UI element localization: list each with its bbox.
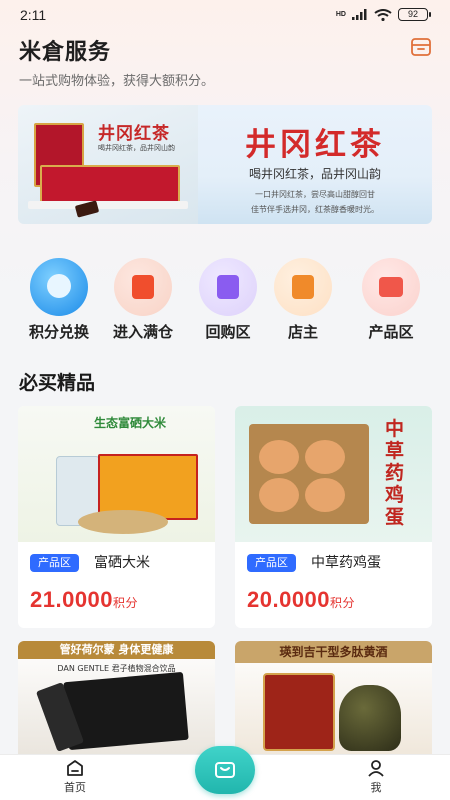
- banner-text-panel: 井冈红茶 喝井冈红茶，品井冈山韵 一口井冈红茶，尝尽高山甜醇回甘 佳节伴手选井冈…: [198, 105, 432, 224]
- product-card-wine[interactable]: 瑛到吉干型多肽黄酒: [235, 641, 432, 761]
- category-label: 产品区: [368, 323, 414, 341]
- home-icon: [67, 760, 83, 776]
- product-image-subcaption: DAN GENTLE 君子植物混合饮品: [57, 664, 176, 673]
- price-value: 21.0000: [30, 587, 114, 612]
- category-label: 回购区: [205, 323, 251, 341]
- category-label: 店主: [287, 323, 318, 341]
- status-icons: HD 92: [335, 8, 431, 21]
- category-row: 积分兑换 进入满仓 回购区 店主 产品区: [0, 258, 450, 348]
- store-icon[interactable]: [410, 37, 432, 57]
- section-title: 必买精品: [19, 372, 96, 394]
- banner-left-slogan: 喝井冈红茶，品井冈山韵: [98, 144, 175, 152]
- product-icon: [362, 258, 420, 316]
- product-price: 21.0000积分: [30, 587, 138, 613]
- network-type: HD: [335, 11, 346, 18]
- banner-slogan: 喝井冈红茶，品井冈山韵: [248, 167, 381, 181]
- product-image-eggs: 中草药鸡蛋: [235, 406, 432, 542]
- banner-heading: 井冈红茶: [245, 127, 385, 163]
- product-image-wine: 瑛到吉干型多肽黄酒: [235, 641, 432, 761]
- banner-product-image: 井冈红茶 喝井冈红茶，品井冈山韵: [18, 105, 198, 224]
- tab-home-label: 首页: [64, 781, 86, 794]
- product-image-caption: 管好荷尔蒙 身体更健康: [18, 641, 215, 659]
- product-tag: 产品区: [30, 554, 79, 572]
- bag-icon: [215, 762, 235, 778]
- tab-me-label: 我: [370, 781, 382, 794]
- buyback-icon: [199, 258, 257, 316]
- product-card-eggs[interactable]: 中草药鸡蛋 产品区 中草药鸡蛋 20.0000积分: [235, 406, 432, 628]
- price-unit: 积分: [113, 596, 139, 610]
- product-image-caption: 瑛到吉干型多肽黄酒: [235, 641, 432, 663]
- status-time: 2:11: [20, 7, 47, 23]
- product-card-rice[interactable]: 生态富硒大米 产品区 富硒大米 21.0000积分: [18, 406, 215, 628]
- wifi-icon: [374, 8, 392, 21]
- category-buyback[interactable]: 回购区: [188, 258, 268, 342]
- signal-icon: [352, 9, 367, 20]
- product-tag: 产品区: [247, 554, 296, 572]
- price-value: 20.0000: [247, 587, 331, 612]
- category-points-exchange[interactable]: 积分兑换: [19, 258, 99, 342]
- price-unit: 积分: [330, 596, 356, 610]
- category-product-zone[interactable]: 产品区: [351, 258, 431, 342]
- promo-banner[interactable]: 井冈红茶 喝井冈红茶，品井冈山韵 井冈红茶 喝井冈红茶，品井冈山韵 一口井冈红茶…: [18, 105, 432, 224]
- product-price: 20.0000积分: [247, 587, 355, 613]
- product-card-drink[interactable]: 管好荷尔蒙 身体更健康 DAN GENTLE 君子植物混合饮品: [18, 641, 215, 761]
- product-name: 富硒大米: [94, 555, 150, 571]
- tab-home[interactable]: 首页: [45, 759, 105, 795]
- category-store-owner[interactable]: 店主: [263, 258, 343, 342]
- category-label: 积分兑换: [28, 323, 89, 341]
- product-name: 中草药鸡蛋: [311, 555, 381, 571]
- banner-left-title: 井冈红茶: [98, 124, 170, 144]
- status-bar: 2:11 HD 92: [0, 0, 450, 32]
- page-subtitle: 一站式购物体验，获得大额积分。: [19, 74, 215, 89]
- banner-line-1: 一口井冈红茶，尝尽高山甜醇回甘: [255, 190, 375, 199]
- product-image-drink: 管好荷尔蒙 身体更健康 DAN GENTLE 君子植物混合饮品: [18, 641, 215, 761]
- product-image-caption: 中草药鸡蛋: [385, 418, 405, 528]
- page-title: 米倉服务: [19, 40, 112, 65]
- category-label: 进入满仓: [112, 323, 173, 341]
- store-owner-icon: [274, 258, 332, 316]
- battery-indicator: 92: [398, 8, 431, 21]
- product-image-rice: 生态富硒大米: [18, 406, 215, 542]
- category-enter-shop[interactable]: 进入满仓: [103, 258, 183, 342]
- points-exchange-icon: [30, 258, 88, 316]
- banner-line-2: 佳节伴手选井冈，红茶醇香暖时光。: [251, 205, 379, 214]
- user-icon: [368, 760, 384, 777]
- center-action-button[interactable]: [195, 746, 255, 794]
- tab-me[interactable]: 我: [346, 759, 406, 795]
- product-image-caption: 生态富硒大米: [94, 416, 167, 430]
- shop-icon: [114, 258, 172, 316]
